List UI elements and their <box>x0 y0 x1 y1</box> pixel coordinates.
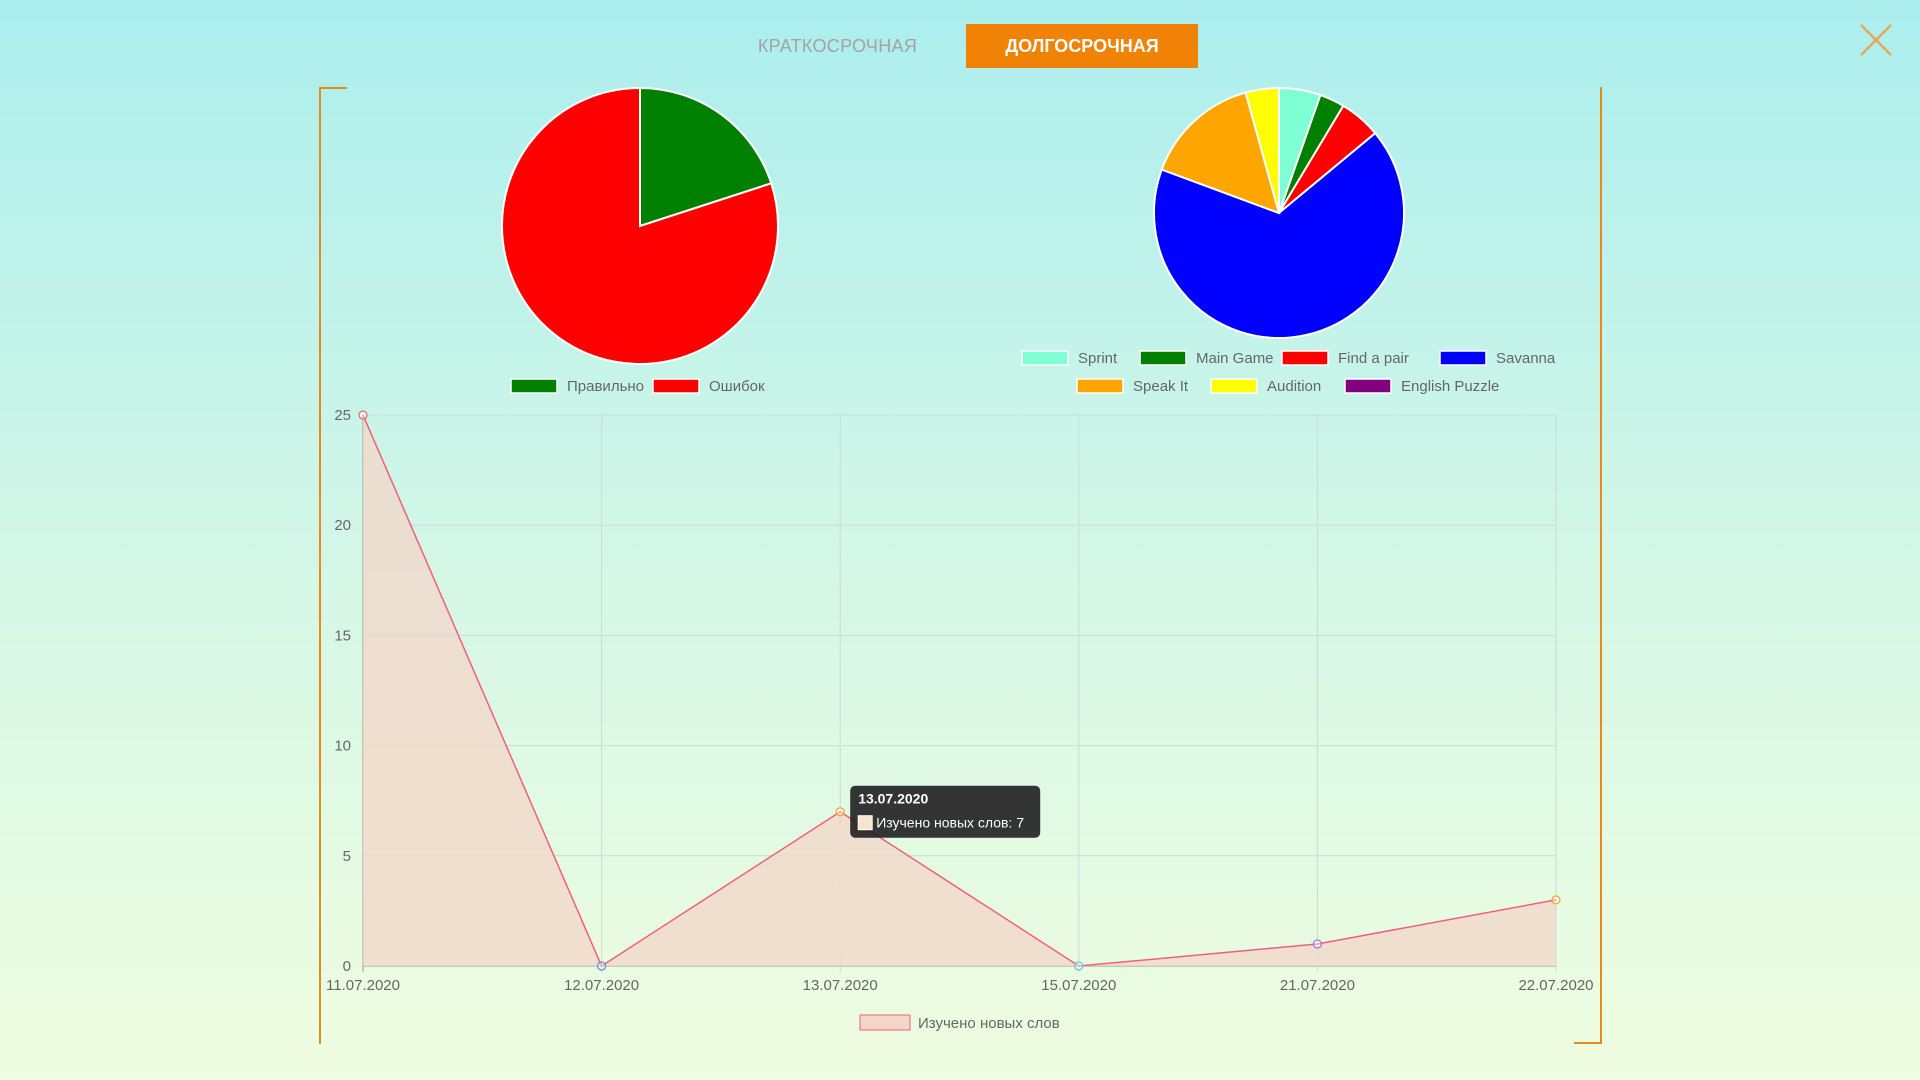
data-point <box>596 961 607 971</box>
legend-swatch <box>859 1014 911 1031</box>
legend-label: Audition <box>1267 378 1321 395</box>
legend-label: Sprint <box>1078 350 1118 367</box>
legend-swatch <box>1344 378 1392 394</box>
legend-swatch <box>1439 350 1487 366</box>
legend-label: Find a pair <box>1338 350 1409 367</box>
data-point <box>1551 895 1561 905</box>
y-tick-label: 0 <box>343 958 351 975</box>
tooltip-label: Изучено новых слов: 7 <box>876 815 1024 831</box>
data-point <box>1074 961 1084 971</box>
area-fill <box>363 415 1556 966</box>
legend-swatch <box>1281 350 1329 366</box>
data-point <box>1312 939 1323 949</box>
tooltip-title: 13.07.2020 <box>858 791 928 807</box>
legend-swatch <box>1139 350 1187 366</box>
legend-label: Правильно <box>567 378 644 395</box>
y-tick-label: 5 <box>343 848 351 865</box>
y-tick-label: 20 <box>334 517 351 534</box>
x-tick-label: 21.07.2020 <box>1280 977 1355 994</box>
legend-swatch <box>1021 350 1069 366</box>
legend-label: Изучено новых слов <box>918 1015 1060 1032</box>
y-tick-label: 15 <box>334 627 351 644</box>
x-tick-label: 22.07.2020 <box>1518 977 1593 994</box>
legend-label: Main Game <box>1196 350 1274 367</box>
data-point <box>835 807 845 817</box>
x-tick-label: 15.07.2020 <box>1041 977 1116 994</box>
statistics-charts: Правильно Ошибок Sprint Main Game Find a pai… <box>326 86 1594 1032</box>
legend-swatch <box>1076 378 1124 394</box>
y-tick-label: 25 <box>334 407 351 424</box>
x-tick-label: 13.07.2020 <box>803 977 878 994</box>
legend-label: English Puzzle <box>1401 378 1499 395</box>
x-tick-label: 12.07.2020 <box>564 977 639 994</box>
legend-label: Savanna <box>1496 350 1556 367</box>
legend-swatch <box>1210 378 1258 394</box>
legend-label: Ошибок <box>709 378 765 395</box>
legend-swatch <box>510 378 558 394</box>
legend-label: Speak It <box>1133 378 1189 395</box>
tooltip-swatch <box>857 815 873 831</box>
data-point <box>358 410 368 420</box>
y-tick-label: 10 <box>334 738 351 755</box>
x-tick-label: 11.07.2020 <box>326 977 400 994</box>
legend-swatch <box>652 378 700 394</box>
